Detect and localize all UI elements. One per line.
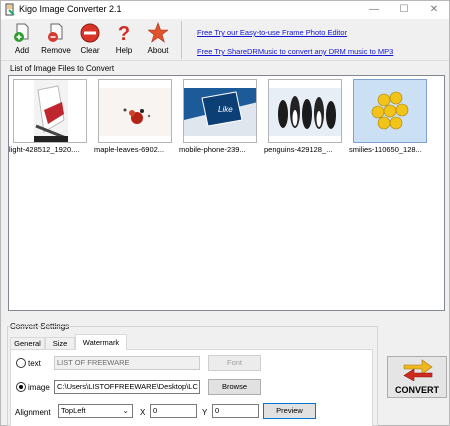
app-icon (5, 3, 15, 16)
image-thumbnail (98, 79, 172, 143)
tab-watermark[interactable]: Watermark (75, 334, 127, 350)
list-item[interactable]: smilies-110650_128... (349, 79, 429, 157)
image-list-label: List of Image Files to Convert (10, 64, 115, 73)
preview-button[interactable]: Preview (263, 403, 316, 419)
list-item-caption: light-428512_1920.... (9, 145, 80, 154)
chevron-down-icon: ⌄ (122, 406, 129, 415)
add-button[interactable]: Add (5, 21, 39, 59)
x-label: X (140, 408, 146, 417)
svg-text:?: ? (118, 23, 130, 44)
toolbar: Add Remove Clear ? Help About Free Try o… (1, 19, 449, 61)
image-thumbnail (13, 79, 87, 143)
text-radio-label: text (28, 359, 41, 368)
image-radio-label: image (28, 383, 50, 392)
star-icon (148, 22, 168, 43)
image-thumbnail: Like (183, 79, 257, 143)
convert-button[interactable]: CONVERT (387, 356, 447, 398)
list-item-caption: smilies-110650_128... (349, 145, 422, 154)
about-label: About (147, 46, 169, 55)
text-radio[interactable] (16, 358, 26, 368)
frame-editor-link[interactable]: Free Try our Easy-to-use Frame Photo Edi… (197, 28, 347, 37)
remove-button[interactable]: Remove (39, 21, 73, 59)
alignment-value: TopLeft (61, 406, 86, 415)
list-item[interactable]: penguins-429128_... (264, 79, 344, 157)
add-label: Add (14, 46, 30, 55)
list-item-caption: maple-leaves-6902... (94, 145, 165, 154)
clear-icon (80, 23, 100, 43)
remove-label: Remove (41, 46, 71, 55)
app-window: Kigo Image Converter 2.1 — ☐ ✕ Add Remov… (0, 0, 450, 426)
sharedrmusic-link[interactable]: Free Try ShareDRMusic to convert any DRM… (197, 47, 393, 56)
about-button[interactable]: About (141, 21, 175, 59)
alignment-select[interactable]: TopLeft ⌄ (58, 404, 133, 418)
list-item-caption: penguins-429128_... (264, 145, 333, 154)
minimize-icon[interactable]: — (359, 1, 389, 19)
watermark-text-field[interactable]: LIST OF FREEWARE (54, 356, 200, 370)
close-icon[interactable]: ✕ (419, 1, 449, 19)
image-thumbnail (353, 79, 427, 143)
list-item-caption: mobile-phone-239... (179, 145, 246, 154)
help-button[interactable]: ? Help (107, 21, 141, 59)
clear-button[interactable]: Clear (73, 21, 107, 59)
help-icon: ? (118, 23, 130, 44)
add-icon (14, 23, 29, 42)
title-bar: Kigo Image Converter 2.1 — ☐ ✕ (1, 1, 449, 19)
image-file-list[interactable]: light-428512_1920.... maple-leaves-6902.… (8, 75, 445, 311)
y-field[interactable]: 0 (212, 404, 259, 418)
x-field[interactable]: 0 (150, 404, 197, 418)
toolbar-divider (181, 21, 182, 59)
svg-text:Like: Like (218, 105, 233, 114)
convert-arrows-icon (403, 359, 433, 381)
clear-label: Clear (80, 46, 100, 55)
font-button[interactable]: Font (208, 355, 261, 371)
remove-icon (48, 23, 63, 42)
list-item[interactable]: Like mobile-phone-239... (179, 79, 259, 157)
list-item[interactable]: light-428512_1920.... (9, 79, 89, 157)
image-path-field[interactable]: C:\Users\LISTOFFREEWARE\Desktop\LC (54, 380, 200, 394)
y-label: Y (202, 408, 208, 417)
window-title: Kigo Image Converter 2.1 (19, 4, 122, 14)
browse-button[interactable]: Browse (208, 379, 261, 395)
convert-label: CONVERT (394, 385, 439, 395)
list-item[interactable]: maple-leaves-6902... (94, 79, 174, 157)
image-thumbnail (268, 79, 342, 143)
image-radio[interactable] (16, 382, 26, 392)
help-label: Help (115, 46, 133, 55)
maximize-icon[interactable]: ☐ (389, 1, 419, 19)
alignment-label: Alignment (15, 408, 51, 417)
